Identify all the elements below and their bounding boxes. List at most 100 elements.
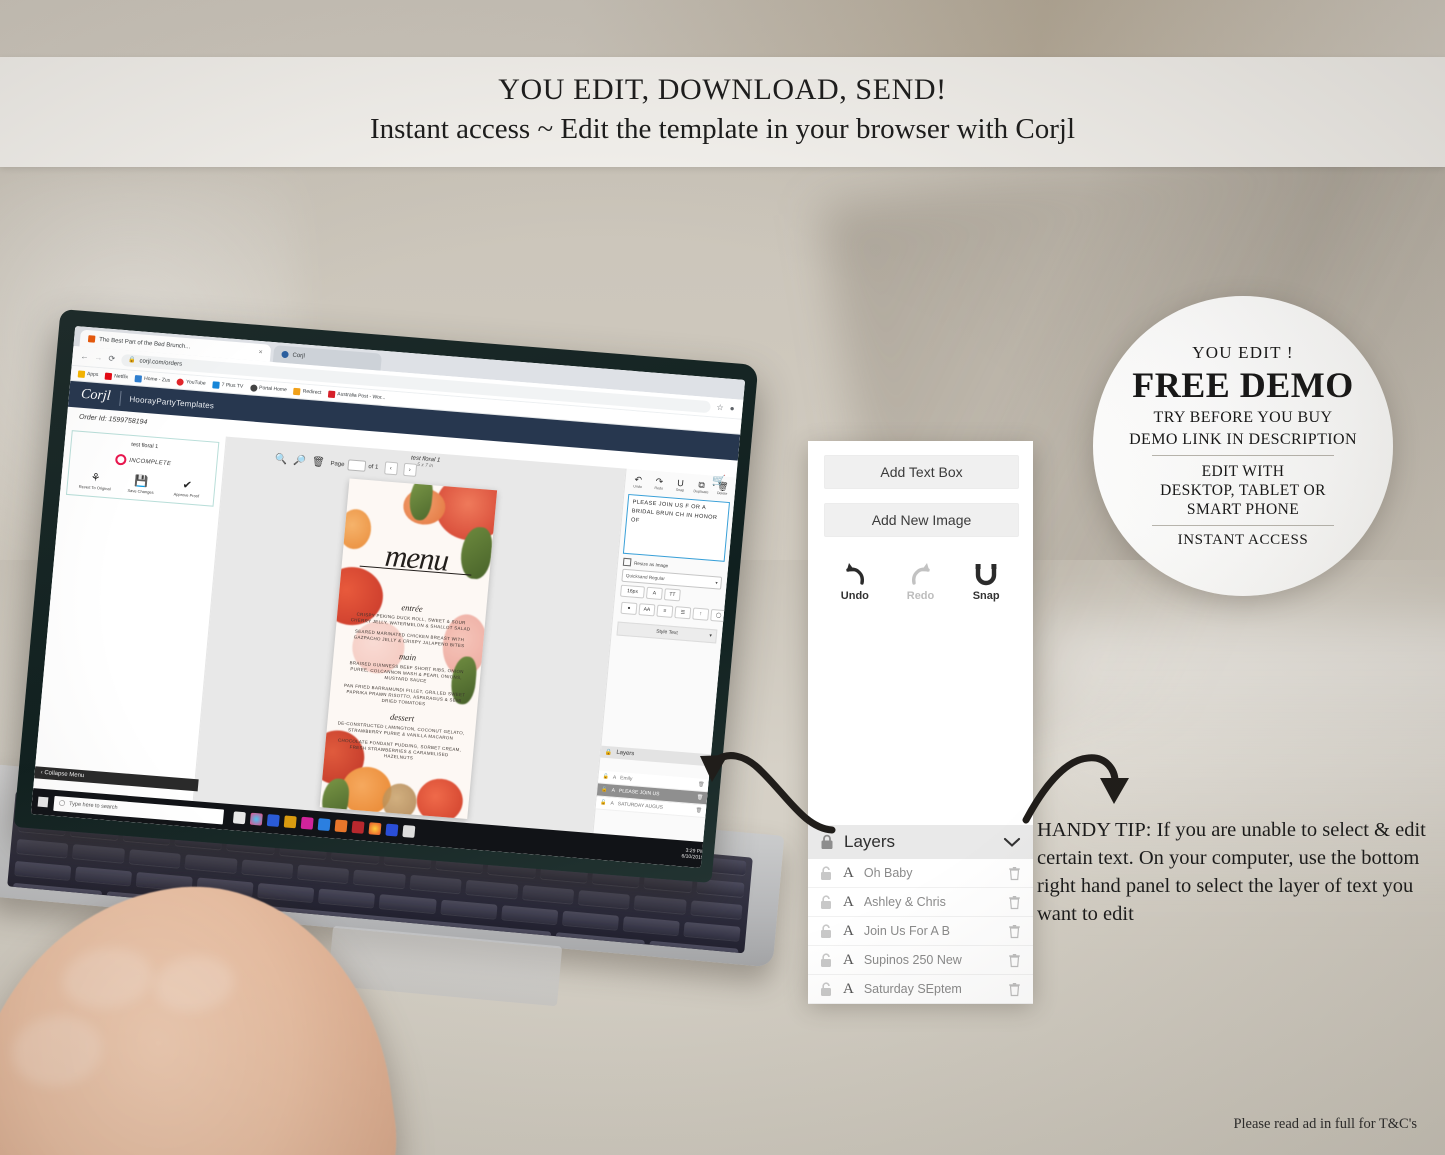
app-icon[interactable] [334, 819, 348, 833]
snap-button[interactable]: Snap [953, 561, 1019, 602]
app-icon[interactable] [300, 816, 314, 830]
status-label: INCOMPLETE [129, 457, 172, 467]
search-placeholder: Type here to search [68, 801, 118, 811]
lock-open-icon[interactable] [820, 865, 833, 881]
menu-template-preview[interactable]: menu entrée CRISPY PEKING DUCK ROLL, SWE… [319, 478, 498, 820]
tab-title: Corjl [292, 352, 306, 360]
trash-icon[interactable] [1008, 866, 1021, 881]
reload-icon[interactable]: ⟳ [108, 354, 115, 364]
corjl-tools-panel: Add Text Box Add New Image Undo Redo Sna… [808, 441, 1033, 1004]
lock-open-icon[interactable]: 🔓 [602, 774, 609, 780]
corjl-logo: Corjl [80, 386, 112, 405]
back-icon[interactable]: ← [80, 352, 89, 362]
bookmark-item[interactable]: Australia Post - Wor... [327, 390, 386, 402]
duplicate-button[interactable]: ⧉ Duplicate [691, 479, 711, 495]
checkbox-box [622, 557, 632, 567]
bookmark-item[interactable]: YouTube [176, 377, 206, 387]
windows-start-icon[interactable] [37, 796, 49, 808]
collapse-menu-label: Collapse Menu [44, 770, 85, 780]
zoom-in-icon[interactable]: 🔍 [275, 454, 288, 466]
trash-icon[interactable] [1008, 953, 1021, 968]
page-label: Page [330, 460, 345, 468]
profile-icon[interactable]: ● [729, 404, 735, 413]
style-text-accordion[interactable]: Style Text ▾ [616, 621, 718, 644]
mail-icon[interactable] [402, 824, 416, 838]
bookmark-item[interactable]: Apps [77, 369, 99, 379]
add-new-image-button[interactable]: Add New Image [824, 503, 1019, 537]
bookmark-label: Home - Zus [143, 375, 171, 384]
badge-eyebrow: YOU EDIT ! [1192, 343, 1294, 362]
add-text-box-button[interactable]: Add Text Box [824, 455, 1019, 489]
tab-close-icon[interactable]: × [258, 349, 263, 356]
page-navigation: Page of 1 [330, 458, 379, 473]
revert-to-original-button[interactable]: ⚘ Revert To Original [79, 471, 113, 492]
trash-icon[interactable] [1008, 924, 1021, 939]
tab-title: The Best Part of the Bed Brunch... [98, 336, 191, 350]
app-icon[interactable] [283, 815, 297, 829]
font-size-select[interactable]: 16px [619, 584, 646, 599]
trash-icon[interactable]: 🗑 [311, 456, 325, 468]
layer-row[interactable]: A Saturday SEptem [808, 975, 1033, 1004]
fill-color-button[interactable]: ● [620, 601, 638, 615]
poster-stage: MacBook Pro The Best Part of the Bed Bru… [0, 0, 1445, 1155]
trash-icon[interactable] [1008, 895, 1021, 910]
undo-button[interactable]: ↶ Undo [628, 474, 648, 489]
snap-button[interactable]: U Snap [670, 477, 690, 493]
font-decrease-button[interactable]: A [645, 586, 663, 600]
chrome-icon[interactable] [249, 812, 263, 826]
template-card[interactable]: test floral 1 INCOMPLETE ⚘ Revert To Ori… [65, 430, 220, 507]
text-layer-icon: A [610, 800, 615, 807]
lock-open-icon[interactable] [820, 981, 833, 997]
clock-date: 6/10/2019 [681, 853, 704, 862]
redo-button[interactable]: Redo [888, 561, 954, 602]
text-layer-icon: A [612, 774, 617, 781]
approve-proof-button[interactable]: ✔ Approve Proof [170, 478, 204, 498]
bookmark-item[interactable]: 7 Plus TV [212, 380, 243, 390]
lock-open-icon[interactable] [820, 952, 833, 968]
explorer-icon[interactable] [232, 811, 246, 825]
acrobat-icon[interactable] [351, 820, 365, 834]
orders-button[interactable]: 🛒 Orders [711, 474, 726, 493]
lock-open-icon[interactable] [820, 894, 833, 910]
layer-row[interactable]: A Ashley & Chris [808, 888, 1033, 917]
layers-title: Layers [616, 749, 635, 758]
handy-tip-text: HANDY TIP: If you are unable to select &… [1037, 819, 1426, 925]
layer-row[interactable]: A Supinos 250 New [808, 946, 1033, 975]
badge-divider-top [1152, 455, 1334, 456]
lock-open-icon[interactable]: 🔓 [601, 787, 608, 793]
app-icon[interactable] [317, 818, 331, 832]
layers-panel-header[interactable]: Layers [808, 825, 1033, 859]
save-changes-button[interactable]: 💾 Save Changes [124, 475, 158, 495]
align-button[interactable]: ☰ [674, 606, 692, 620]
chevron-down-icon[interactable] [1003, 836, 1021, 848]
layer-row[interactable]: A Join Us For A B [808, 917, 1033, 946]
zoom-out-icon[interactable]: 🔎 [293, 455, 306, 467]
bookmark-item[interactable]: Netflix [104, 372, 129, 381]
bookmark-item[interactable]: Portal Home [249, 383, 287, 394]
text-edit-textarea[interactable]: PLEASE JOIN US F OR A BRIDAL BRUN CH IN … [622, 493, 731, 562]
chevron-left-icon[interactable]: ‹ [383, 461, 398, 476]
redo-button[interactable]: ↷ Redo [649, 476, 669, 491]
bookmark-item[interactable]: Redirect [293, 387, 322, 396]
font-increase-button[interactable]: TT [663, 588, 681, 602]
vertical-align-button[interactable]: ↑ [692, 607, 710, 621]
store-icon[interactable] [266, 814, 280, 827]
text-color-swatch[interactable] [618, 599, 620, 616]
lock-open-icon[interactable]: 🔓 [600, 800, 607, 806]
layer-row[interactable]: A Oh Baby [808, 859, 1033, 888]
banner-headline: YOU EDIT, DOWNLOAD, SEND! [498, 73, 947, 106]
app-icon[interactable] [385, 823, 399, 837]
firefox-icon[interactable] [368, 822, 382, 836]
star-icon[interactable]: ☆ [716, 403, 724, 413]
tool-label: Redo [654, 486, 664, 491]
chevron-right-icon[interactable]: › [402, 462, 417, 477]
undo-button[interactable]: Undo [822, 561, 888, 602]
bookmark-label: Netflix [114, 373, 129, 381]
page-input[interactable] [346, 459, 366, 472]
bookmark-item[interactable]: Home - Zus [134, 374, 171, 385]
lock-open-icon[interactable] [820, 923, 833, 939]
browser-window: The Best Part of the Bed Brunch... × Cor… [30, 326, 746, 868]
trash-icon[interactable] [1008, 982, 1021, 997]
line-height-button[interactable]: ≡ [656, 604, 674, 618]
letter-spacing-button[interactable]: AA [638, 603, 656, 617]
